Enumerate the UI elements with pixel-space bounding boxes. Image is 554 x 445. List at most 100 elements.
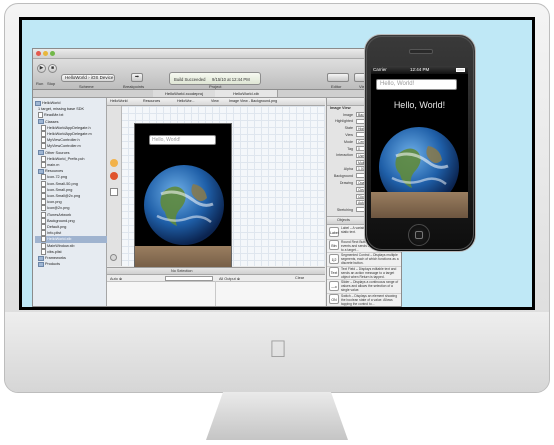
jumpbar-item[interactable]: Image View - Background.png: [229, 98, 277, 105]
debug-toolbar: No Selection: [107, 268, 325, 275]
file-icon: [41, 224, 46, 230]
library-item-description: Slider – Displays a continuous range of …: [341, 280, 399, 292]
iphone-screen: Carrier 12:44 PM Hello, World! Hello, Wo…: [371, 66, 468, 218]
file-icon: [41, 137, 46, 144]
inspector-row-label: Mode: [344, 139, 353, 144]
navigator-item-label: HelloWorldAppDelegate.h: [47, 125, 91, 130]
debug-area: No Selection Auto ≑ All Output ≑ Clear: [107, 267, 325, 306]
inspector-row-label: Stretching: [336, 207, 353, 212]
view-object-icon[interactable]: [110, 188, 118, 196]
folder-icon: [38, 168, 44, 174]
library-item[interactable]: 1|2 Segmented Control – Displays multiple…: [327, 252, 401, 267]
build-status: Build Succeeded: [174, 77, 206, 82]
variables-scope-popup[interactable]: Auto ≑: [110, 276, 122, 281]
breakpoints-button[interactable]: ➡: [131, 73, 143, 82]
inspector-row-label: Tag: [347, 146, 353, 151]
file-icon: [41, 193, 46, 199]
file-icon: [41, 211, 46, 218]
hello-text-field[interactable]: Hello, World!: [376, 79, 457, 90]
file-icon: [41, 143, 46, 150]
scheme-text: HelloWorld › iOS Device: [65, 75, 114, 80]
breakpoints-label: Breakpoints: [123, 84, 145, 89]
navigator-item[interactable]: Products: [35, 261, 108, 267]
navigator-item-label: MyViewController.h: [47, 138, 80, 143]
library-item[interactable]: Text Text Field – Displays editable text …: [327, 266, 401, 280]
folder-icon: [35, 100, 41, 106]
variables-search-field[interactable]: [165, 275, 213, 281]
stop-label: Stop: [47, 81, 56, 86]
library-item-description: Text Field – Displays editable text and …: [341, 266, 397, 279]
ib-view-mockup[interactable]: Hello, World!: [134, 123, 232, 274]
navigator-item-label: main.m: [47, 163, 60, 167]
navigator-item-label: HelloWorld.xib: [47, 237, 72, 242]
jumpbar-item[interactable]: HelloWor...: [177, 98, 195, 105]
window-titlebar[interactable]: [33, 49, 401, 59]
folder-icon: [38, 255, 44, 261]
file-icon: [41, 230, 46, 237]
carrier-label: Carrier: [373, 67, 387, 72]
navigator-item-label: Products: [45, 262, 60, 267]
files-owner-icon[interactable]: [110, 159, 118, 167]
inspector-section-title: Image View: [330, 106, 351, 110]
file-icon: [38, 112, 43, 119]
library-item-description: Segmented Control – Displays multiple se…: [341, 253, 399, 265]
file-icon: [41, 236, 46, 243]
status-bar: Carrier 12:44 PM: [371, 66, 468, 74]
clear-console-button[interactable]: Clear: [295, 276, 304, 280]
library-item[interactable]: —o Slider – Displays a continuous range o…: [327, 279, 401, 294]
ib-dock: [107, 106, 122, 266]
jumpbar-item[interactable]: View: [211, 98, 219, 105]
library-item-icon: —o: [329, 280, 339, 291]
build-time: 9/15/10 at 12:44 PM: [212, 77, 250, 82]
editor-segmented-control[interactable]: [327, 73, 349, 82]
library-item-icon: Text: [329, 267, 339, 277]
navigator-item-label: Classes: [45, 119, 59, 124]
jumpbar-item[interactable]: Resources: [143, 98, 160, 105]
debug-selection-label: No Selection: [171, 268, 193, 273]
file-icon: [41, 174, 46, 181]
scheme-popup[interactable]: HelloWorld › iOS Device: [61, 74, 115, 82]
tab-helloworld-xib[interactable]: HelloWorld.xib: [215, 90, 278, 97]
file-icon: [41, 155, 46, 162]
project-label: Project: [209, 84, 222, 89]
file-icon: [41, 199, 46, 206]
first-responder-icon[interactable]: [110, 172, 118, 180]
navigator-item-label: MyViewController.m: [47, 144, 81, 149]
output-popup[interactable]: All Output ≑: [219, 276, 240, 281]
file-icon: [41, 248, 46, 255]
close-window-button[interactable]: [36, 51, 41, 56]
earth-image: [143, 164, 225, 246]
navigator-item-label: Default.png: [47, 225, 67, 229]
xcode-window: ▶ ■ Run Stop HelloWorld › iOS Device Sch…: [32, 48, 402, 307]
earpiece-speaker: [409, 49, 433, 54]
dock-expand-icon[interactable]: [110, 254, 117, 261]
navigator-item-label: HelloWorld_Prefix.pch: [47, 156, 85, 161]
navigator-item-label: ReadMe.txt: [44, 113, 64, 118]
hello-label: Hello, World!: [393, 100, 446, 110]
library-item-icon: 1|2: [329, 253, 339, 264]
library-item-description: Switch – Displays an element showing the…: [341, 293, 398, 306]
navigator-item-label: Frameworks: [45, 256, 66, 260]
library-popup[interactable]: Objects: [337, 218, 350, 222]
navigator-item-label: 1 target, missing base SDK: [38, 107, 85, 112]
run-button[interactable]: ▶: [37, 64, 46, 73]
minimize-window-button[interactable]: [43, 51, 48, 56]
inspector-row-label: Background: [333, 173, 353, 178]
navigator-item-label: Icon.png: [47, 200, 62, 205]
zoom-window-button[interactable]: [50, 51, 55, 56]
debug-divider: [215, 281, 216, 306]
inspector-row-label: Alpha: [343, 166, 353, 171]
stop-button[interactable]: ■: [48, 64, 57, 73]
library-item[interactable]: ON Switch – Displays an element showing t…: [327, 293, 401, 307]
jumpbar-item[interactable]: HelloWorld: [110, 98, 128, 105]
editor-label: Editor: [331, 84, 342, 89]
ib-text-field[interactable]: Hello, World!: [149, 135, 216, 145]
inspector-row-label: Image: [343, 112, 353, 117]
project-navigator: HelloWorld 1 target, missing base SDK Read…: [33, 98, 111, 306]
scheme-label: Scheme: [79, 84, 94, 89]
tab-label: HelloWorld.xcodeproj: [165, 91, 203, 96]
navigator-item-label: Icon-72.png: [47, 175, 68, 180]
run-label: Run: [36, 81, 44, 86]
editor-tab-bar: HelloWorld.xcodeproj HelloWorld.xib: [33, 90, 401, 98]
tab-helloworld-xcodeproj[interactable]: HelloWorld.xcodeproj: [153, 90, 216, 97]
